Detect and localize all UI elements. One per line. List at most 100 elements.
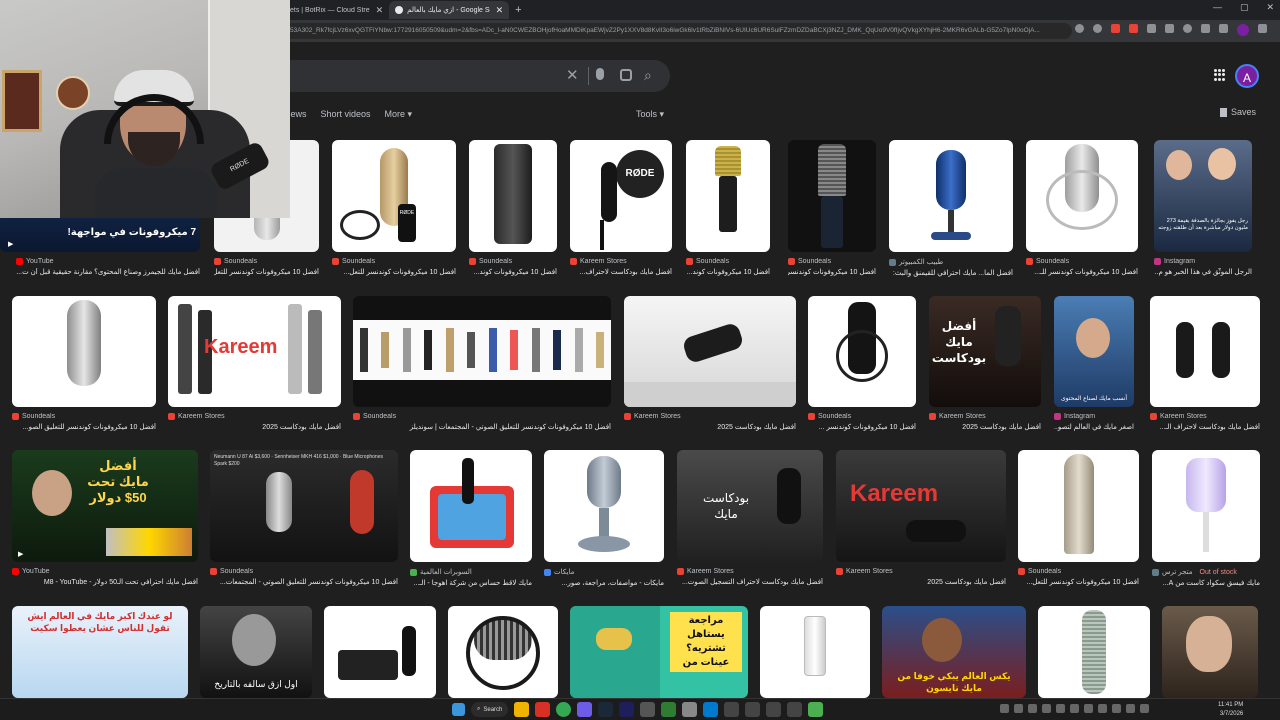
result-card[interactable]: بودكاست مايك Kareem Stores أفضل مايك بود… [677, 450, 823, 586]
result-thumbnail[interactable] [469, 140, 557, 252]
result-card[interactable]: طبيب الكمبيوتر أفضل الما... مايك احترافي… [889, 140, 1013, 277]
result-caption[interactable]: أفضل مايك للجيمرز وصناع المحتوى؟ مقارنة … [0, 268, 200, 276]
app-icon[interactable] [640, 702, 656, 717]
steam-icon[interactable] [598, 702, 614, 717]
result-caption[interactable]: أفضل 10 ميكروفونات كوندنسر للتعليق الصو.… [12, 423, 156, 431]
result-card[interactable]: مايكات مايكات - مواصفات، مراجعة، صور... [544, 450, 664, 587]
result-caption[interactable]: أفضل 10 ميكروفونات كوند... [469, 268, 557, 276]
result-card[interactable] [1038, 606, 1150, 698]
result-caption[interactable]: أفضل 10 ميكروفونات كوندنسر للتعليق الصوت… [353, 423, 611, 431]
chrome-icon[interactable] [556, 702, 572, 717]
result-thumbnail[interactable] [624, 296, 796, 407]
app-icon[interactable] [535, 702, 551, 717]
result-card[interactable]: Kareem Kareem Stores أفضل مايك بودكاست 2… [168, 296, 341, 431]
result-caption[interactable]: أفضل مايك بودكاست 2025 [624, 423, 796, 431]
result-caption[interactable]: الرجل الموثّق في هذا الخبر هو م... [1154, 268, 1252, 276]
tray-icon[interactable] [1112, 704, 1121, 713]
tray-icon[interactable] [1098, 704, 1107, 713]
source-name[interactable]: Instagram [1164, 258, 1195, 265]
result-thumbnail[interactable] [1162, 606, 1258, 698]
tray-icon[interactable] [1056, 704, 1065, 713]
result-card[interactable] [324, 606, 436, 698]
result-caption[interactable]: مايك لاقط حساس من شركة اهوجا - الـ... [410, 579, 532, 587]
obs-icon[interactable] [745, 702, 761, 717]
source-name[interactable]: Kareem Stores [687, 568, 734, 575]
result-thumbnail[interactable] [889, 140, 1013, 252]
tray-icon[interactable] [1084, 704, 1093, 713]
result-thumbnail[interactable]: RØDE [332, 140, 456, 252]
result-thumbnail[interactable] [788, 140, 876, 252]
result-thumbnail[interactable]: أنسب مايك لصناع المحتوى [1054, 296, 1134, 407]
result-card[interactable]: أفضل مايك بودكاست Kareem Stores أفضل ماي… [929, 296, 1041, 431]
vscode-icon[interactable] [703, 702, 719, 717]
source-name[interactable]: Kareem Stores [846, 568, 893, 575]
result-thumbnail[interactable] [1150, 296, 1260, 407]
result-card[interactable]: يكس العالم يبكي خوفا من مايك تايسون [882, 606, 1026, 698]
result-caption[interactable]: أفضل 10 ميكروفونات كوند... [686, 268, 770, 276]
result-thumbnail[interactable] [410, 450, 532, 562]
result-card[interactable]: Soundeals أفضل 10 ميكروفونات كوند... [469, 140, 557, 276]
tray-icon[interactable] [1014, 704, 1023, 713]
source-name[interactable]: Soundeals [696, 258, 729, 265]
windows-start-icon[interactable] [452, 703, 465, 716]
app-icon[interactable] [787, 702, 803, 717]
wifi-icon[interactable] [1126, 704, 1135, 713]
result-card[interactable]: متجر ترس Out of stock مايك فيسق سكواد كاس… [1152, 450, 1260, 587]
result-thumbnail[interactable] [353, 296, 611, 407]
result-thumbnail[interactable] [1038, 606, 1150, 698]
source-name[interactable]: Kareem Stores [580, 258, 627, 265]
source-name[interactable]: Soundeals [22, 413, 55, 420]
source-name[interactable]: Kareem Stores [939, 413, 986, 420]
result-caption[interactable]: أفضل مايك بودكاست لاحتراف الـ... [1150, 423, 1260, 431]
source-name[interactable]: Soundeals [1036, 258, 1069, 265]
app-icon[interactable] [682, 702, 698, 717]
source-name[interactable]: Soundeals [224, 258, 257, 265]
result-thumbnail[interactable]: يكس العالم يبكي خوفا من مايك تايسون [882, 606, 1026, 698]
result-thumbnail[interactable]: مراجعة يستاهل تشتريه؟ عينات من [570, 606, 748, 698]
result-caption[interactable]: أفضل 10 ميكروفونات كوندنسر للتعل... [332, 268, 456, 276]
result-card[interactable]: رجل يفوز بجائزة بالصدفة بقيمة 273 مليون … [1154, 140, 1252, 276]
result-caption[interactable]: أفضل مايك بودكاست لاحتراف التسجيل الصوت.… [677, 578, 823, 586]
result-caption[interactable]: أفضل مايك بودكاست 2025 [168, 423, 341, 431]
app-icon[interactable] [661, 702, 677, 717]
result-caption[interactable]: أفضل 10 ميكروفونات كوندنسر للتعليق الصوت… [210, 578, 398, 586]
result-card[interactable] [760, 606, 870, 698]
result-thumbnail[interactable]: Neumann U 87 Ai $3,600 · Sennheiser MKH … [210, 450, 398, 562]
result-caption[interactable]: اصغر مايك في العالم لتصو... [1054, 423, 1134, 431]
app-icon[interactable] [724, 702, 740, 717]
result-thumbnail[interactable]: أفضل مايك بودكاست [929, 296, 1041, 407]
result-thumbnail[interactable] [324, 606, 436, 698]
source-name[interactable]: السوبرات العالمية [420, 568, 472, 576]
tray-icon[interactable] [1042, 704, 1051, 713]
result-card[interactable]: Soundeals أفضل 10 ميكروفونات كوندنسر للت… [1018, 450, 1139, 586]
source-name[interactable]: متجر ترس [1162, 568, 1193, 576]
source-name[interactable]: Soundeals [1028, 568, 1061, 575]
result-card[interactable]: Kareem Stores أفضل مايك بودكاست 2025 [624, 296, 796, 431]
result-caption[interactable]: أفضل مايك بودكاست لاحتراف... [570, 268, 672, 276]
result-card[interactable]: Kareem Kareem Stores أفضل مايك بودكاست 2… [836, 450, 1006, 586]
result-caption[interactable]: أفضل مايك بودكاست 2025 [929, 423, 1041, 431]
result-thumbnail[interactable]: رجل يفوز بجائزة بالصدفة بقيمة 273 مليون … [1154, 140, 1252, 252]
result-thumbnail[interactable]: بودكاست مايك [677, 450, 823, 562]
result-card[interactable]: RØDE Soundeals أفضل 10 ميكروفونات كوندنس… [332, 140, 456, 276]
result-caption[interactable]: أفضل 10 ميكروفونات كوندنسر... [788, 268, 876, 276]
result-card[interactable]: Neumann U 87 Ai $3,600 · Sennheiser MKH … [210, 450, 398, 586]
result-card[interactable]: Soundeals أفضل 10 ميكروفونات كوندنسر للت… [353, 296, 611, 431]
source-name[interactable]: Kareem Stores [178, 413, 225, 420]
result-card[interactable]: Kareem Stores أفضل مايك بودكاست لاحتراف … [1150, 296, 1260, 431]
result-thumbnail[interactable]: Kareem [836, 450, 1006, 562]
result-card[interactable]: أنسب مايك لصناع المحتوى Instagram اصغر م… [1054, 296, 1134, 431]
taskbar-clock[interactable]: 11:41 PM 3/7/2026 [1218, 701, 1243, 719]
result-card[interactable]: Soundeals أفضل 10 ميكروفونات كوند... [686, 140, 770, 276]
result-thumbnail[interactable] [448, 606, 558, 698]
premiere-icon[interactable] [619, 702, 635, 717]
result-thumbnail[interactable] [686, 140, 770, 252]
app-icon[interactable] [808, 702, 824, 717]
result-caption[interactable]: أفضل الما... مايك احترافي للقيمنق والبث: [889, 269, 1013, 277]
result-card[interactable]: Soundeals أفضل 10 ميكروفونات كوندنسر للت… [12, 296, 156, 431]
result-card[interactable]: مراجعة يستاهل تشتريه؟ عينات من [570, 606, 748, 698]
result-card[interactable]: Soundeals أفضل 10 ميكروفونات كوندنسر ... [808, 296, 916, 431]
source-name[interactable]: Soundeals [220, 568, 253, 575]
result-thumbnail[interactable]: RØDE [570, 140, 672, 252]
source-name[interactable]: YouTube [22, 568, 50, 575]
